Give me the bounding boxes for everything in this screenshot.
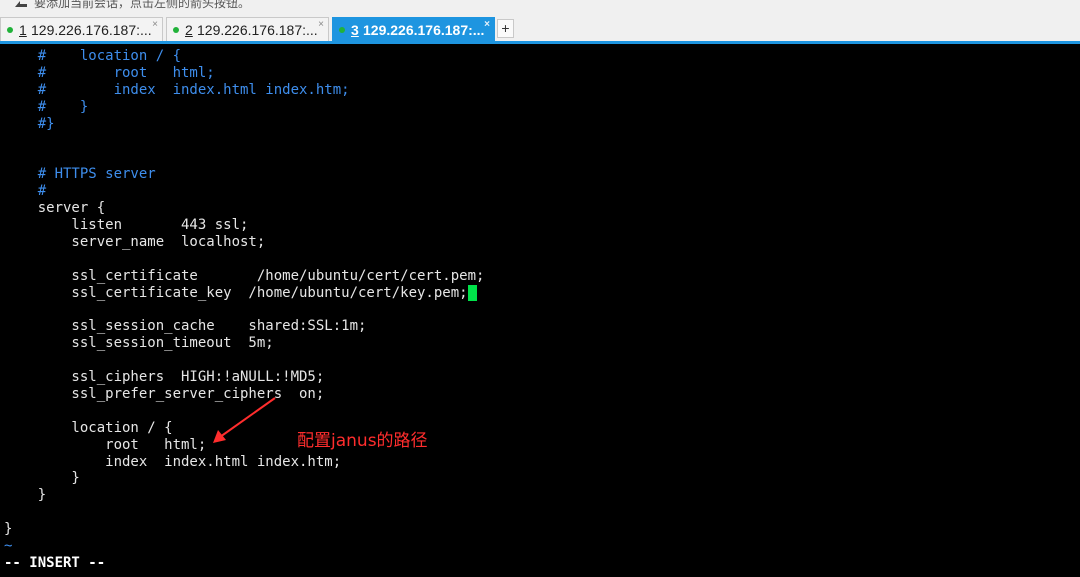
terminal-line: #}: [4, 116, 55, 132]
tab-title: 129.226.176.187:...: [197, 22, 318, 38]
close-icon[interactable]: ×: [152, 19, 158, 30]
terminal-line: # HTTPS server: [4, 166, 156, 182]
tab-session-3[interactable]: 3 129.226.176.187:... ×: [332, 17, 495, 41]
terminal-line: ssl_certificate_key /home/ubuntu/cert/ke…: [4, 285, 468, 301]
status-dot-icon: [173, 27, 179, 33]
tab-index: 1: [19, 22, 27, 38]
terminal-line: server_name localhost;: [4, 234, 266, 250]
status-dot-icon: [7, 27, 13, 33]
tab-bar: 1 129.226.176.187:... × 2 129.226.176.18…: [0, 14, 1080, 41]
arrow-icon[interactable]: [14, 0, 28, 9]
terminal-line: }: [4, 521, 13, 537]
hint-bar: 要添加当前会话，点击左侧的箭头按钮。: [0, 0, 1080, 14]
close-icon[interactable]: ×: [318, 19, 324, 30]
close-icon[interactable]: ×: [484, 19, 490, 30]
terminal-line: ssl_ciphers HIGH:!aNULL:!MD5;: [4, 369, 325, 385]
terminal-line: ssl_session_cache shared:SSL:1m;: [4, 318, 367, 334]
tab-session-2[interactable]: 2 129.226.176.187:... ×: [166, 17, 329, 41]
terminal-line: }: [4, 470, 80, 486]
terminal-line: ssl_certificate /home/ubuntu/cert/cert.p…: [4, 268, 485, 284]
text-cursor: [468, 285, 477, 301]
terminal-line: # location / {: [4, 48, 182, 64]
new-tab-button[interactable]: +: [497, 19, 514, 38]
terminal-pane[interactable]: ~} } } index index.html index.htm; root …: [4, 46, 1080, 577]
terminal-line: # root html;: [4, 65, 215, 81]
terminal-line: #: [4, 183, 47, 199]
tab-title: 129.226.176.187:...: [363, 22, 485, 38]
terminal-line: server {: [4, 200, 106, 216]
terminal-line: root html;: [4, 437, 207, 453]
tab-index: 3: [351, 22, 359, 38]
status-dot-icon: [339, 27, 345, 33]
tab-title: 129.226.176.187:...: [31, 22, 152, 38]
terminal-line: location / {: [4, 420, 173, 436]
tab-accent-line: [0, 41, 1080, 44]
annotation-label: 配置janus的路径: [297, 431, 428, 451]
terminal-line: # }: [4, 99, 89, 115]
terminal-line: ~: [4, 538, 13, 554]
terminal-line: listen 443 ssl;: [4, 217, 249, 233]
terminal-line: # index index.html index.htm;: [4, 82, 350, 98]
hint-text: 要添加当前会话，点击左侧的箭头按钮。: [34, 0, 251, 10]
terminal-line: }: [4, 487, 47, 503]
terminal-line: index index.html index.htm;: [4, 454, 342, 470]
terminal-line: ssl_prefer_server_ciphers on;: [4, 386, 325, 402]
vim-mode-indicator: -- INSERT --: [4, 555, 106, 571]
tab-index: 2: [185, 22, 193, 38]
tab-session-1[interactable]: 1 129.226.176.187:... ×: [0, 17, 163, 41]
terminal-line: ssl_session_timeout 5m;: [4, 335, 274, 351]
